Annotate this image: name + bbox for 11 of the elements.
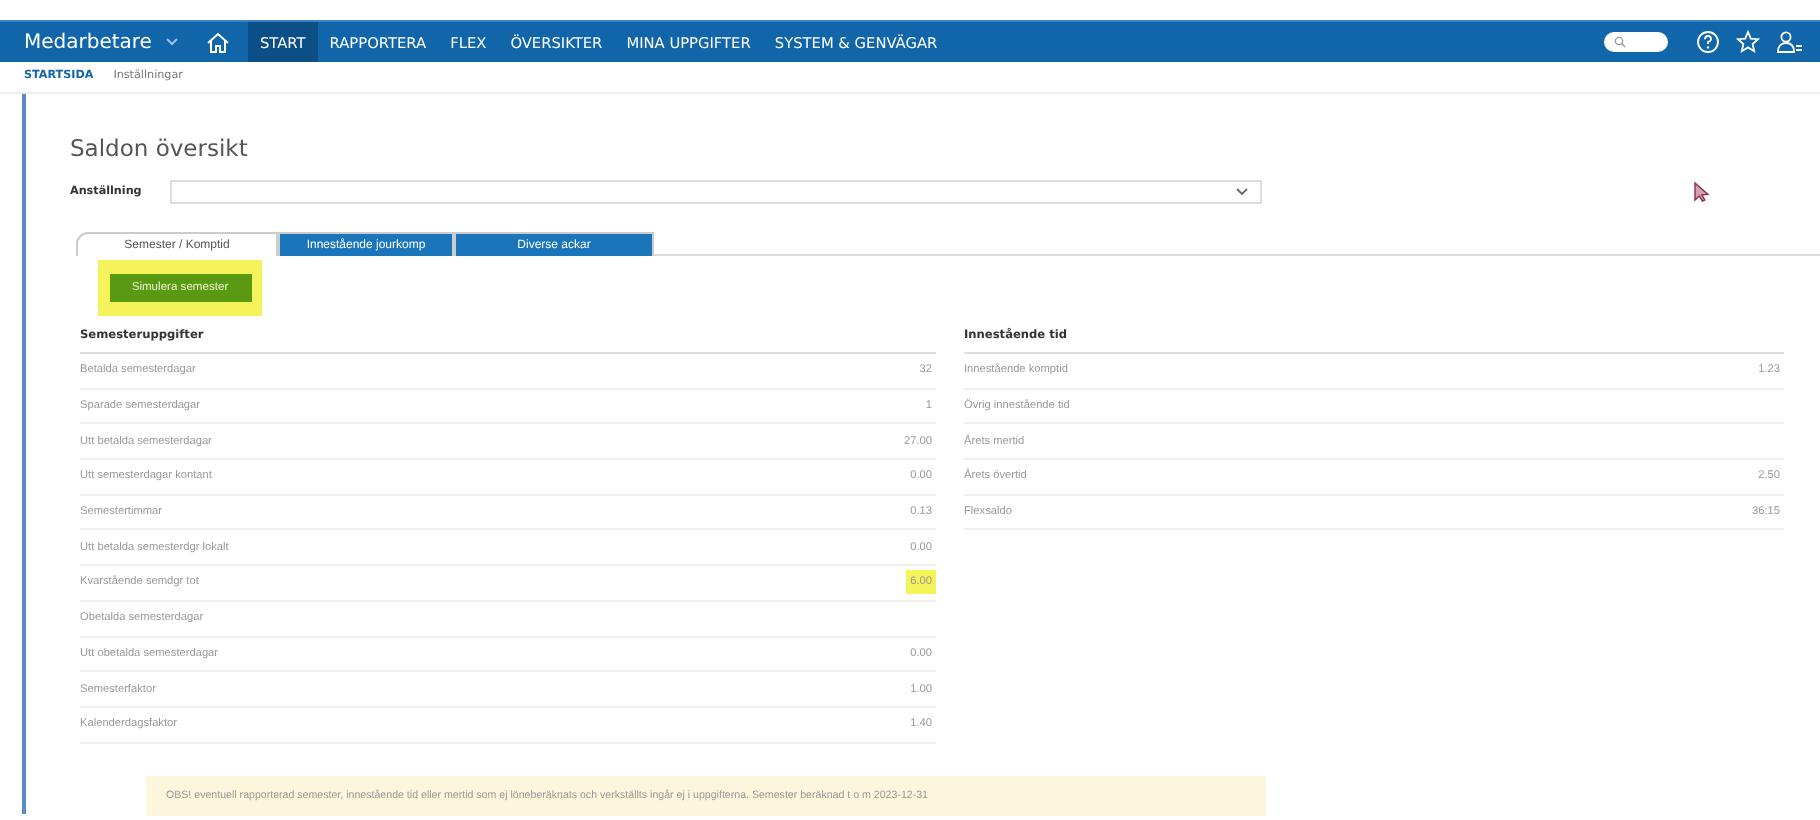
help-icon[interactable] bbox=[1696, 30, 1720, 54]
search-field[interactable] bbox=[1604, 32, 1668, 52]
mouse-cursor-icon bbox=[1694, 182, 1710, 202]
user-icon[interactable] bbox=[1776, 30, 1804, 54]
page-title: Saldon översikt bbox=[70, 132, 250, 162]
home-icon[interactable] bbox=[205, 31, 230, 53]
chevron-down-icon bbox=[1236, 188, 1248, 196]
star-icon[interactable] bbox=[1736, 30, 1760, 54]
app-menu[interactable]: Medarbetare bbox=[24, 22, 194, 62]
chevron-down-icon bbox=[165, 38, 178, 46]
search-icon bbox=[1614, 36, 1626, 48]
